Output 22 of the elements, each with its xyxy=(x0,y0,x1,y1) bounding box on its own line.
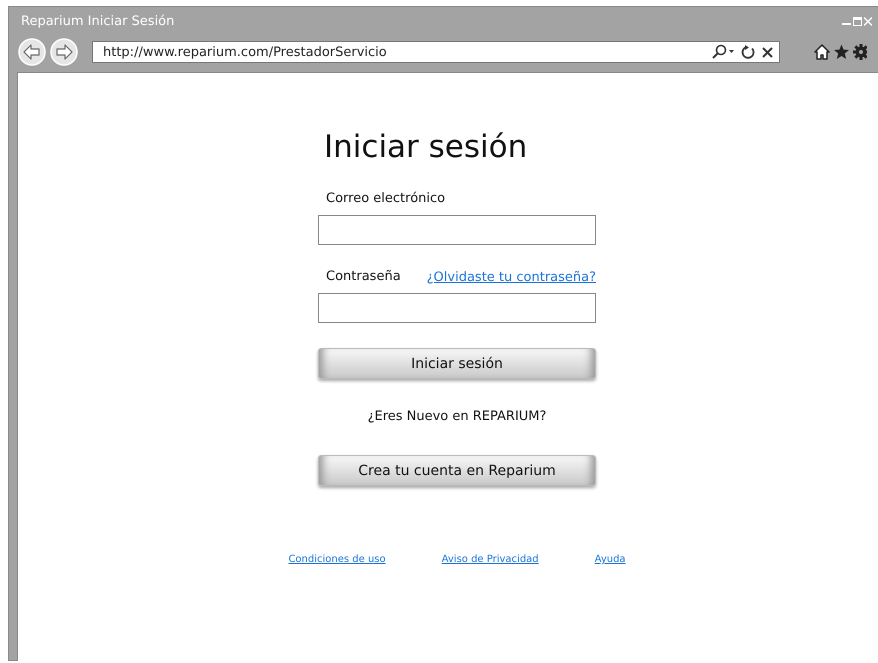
forward-icon[interactable] xyxy=(50,38,78,66)
new-user-text: ¿Eres Nuevo en REPARIUM? xyxy=(366,408,548,426)
footer-link[interactable]: Condiciones de uso xyxy=(288,554,386,565)
search-icon[interactable] xyxy=(711,44,735,60)
star-icon[interactable] xyxy=(833,44,850,60)
back-icon[interactable] xyxy=(18,38,46,66)
email-field[interactable] xyxy=(318,215,596,245)
footer-link[interactable]: Aviso de Privacidad xyxy=(442,554,539,565)
page-heading: Iniciar sesión xyxy=(324,128,528,167)
close-icon[interactable] xyxy=(762,46,773,58)
address-bar[interactable]: http://www.reparium.com/PrestadorServicio xyxy=(92,41,780,63)
footer-link[interactable]: Ayuda xyxy=(594,554,626,565)
field-label: Contraseña xyxy=(326,268,401,286)
password-field[interactable] xyxy=(318,293,596,323)
home-icon[interactable] xyxy=(814,44,830,60)
field-label: Correo electrónico xyxy=(326,190,446,208)
refresh-icon[interactable] xyxy=(741,44,756,60)
create-account-button[interactable]: Crea tu cuenta en Reparium xyxy=(318,455,596,486)
settings-icon[interactable] xyxy=(853,44,867,60)
sign-in-button[interactable]: Iniciar sesión xyxy=(318,348,596,379)
window-title: Reparium Iniciar Sesión xyxy=(21,14,176,28)
forgot-password-link[interactable]: ¿Olvidaste tu contraseña? xyxy=(426,270,596,284)
